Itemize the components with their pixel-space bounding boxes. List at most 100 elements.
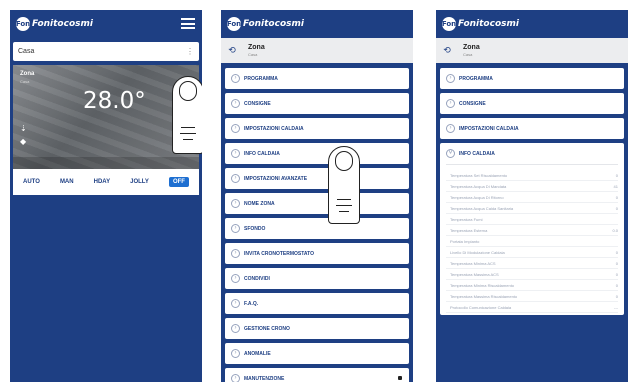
mode-auto[interactable]: AUTO	[23, 179, 40, 185]
menu-item-label: GESTIONE CRONO	[244, 325, 290, 332]
info-label: Temperatura Minima ACS	[450, 260, 496, 266]
mode-man[interactable]: MAN	[60, 179, 74, 185]
info-label: Temperatura Acqua Di Mandata	[450, 183, 507, 189]
chevron-circle-icon: ›	[231, 149, 240, 158]
brand-logo: Fon Fonitocosmi	[16, 17, 93, 31]
menu-item-label: INFO CALDAIA	[244, 150, 280, 157]
menu-item-condividi[interactable]: › CONDIVIDI	[225, 268, 409, 289]
info-caldaia-title: INFO CALDAIA	[459, 150, 495, 157]
menu-item-label: IMPOSTAZIONI CALDAIA	[459, 125, 519, 132]
menu-item-label: CONSIGNE	[244, 100, 271, 107]
info-value: ---	[614, 304, 618, 310]
info-row: Protocollo Comunicazione Caldaia ---	[446, 302, 618, 313]
info-row: Temperatura Set Riscaldamento 0	[446, 170, 618, 181]
menu-item-faq[interactable]: › F.A.Q.	[225, 293, 409, 314]
info-label: Temperatura Esterna	[450, 227, 488, 233]
zone-subtitle: Casa	[248, 52, 258, 57]
info-caldaia-header[interactable]: ˅ INFO CALDAIA	[446, 149, 618, 165]
menu-item-programma[interactable]: › PROGRAMMA	[225, 68, 409, 89]
zone-title: Zona	[248, 44, 265, 51]
info-value: 0	[615, 205, 618, 211]
info-value: 0	[615, 194, 618, 200]
menu-item-label: MANUTENZIONE	[244, 375, 285, 382]
menu-item-consigne[interactable]: › CONSIGNE	[225, 93, 409, 114]
info-label: Temperatura Minima Riscaldamento	[450, 282, 515, 288]
screen-info-caldaia: Fon Fonitocosmi ⟲ Zona Casa › PROGRAMMA ›…	[436, 10, 628, 382]
info-label: Livello Di Modulazione Caldaia	[450, 249, 505, 255]
back-icon: ⟲	[228, 45, 236, 55]
info-value: 0	[615, 172, 618, 178]
menu-item-label: SFONDO	[244, 225, 266, 232]
brand-logo: Fon Fonitocosmi	[227, 17, 304, 31]
menu-item-label: CONDIVIDI	[244, 275, 270, 282]
info-row: Temperatura Acqua Di Ritorno 0	[446, 192, 618, 203]
back-icon: ⟲	[443, 45, 451, 55]
info-value: 0	[615, 260, 618, 266]
brand-name: Fonitocosmi	[243, 19, 304, 29]
menu-item-impostazioni-caldaia[interactable]: › IMPOSTAZIONI CALDAIA	[225, 118, 409, 139]
back-button[interactable]: ⟲	[440, 44, 454, 58]
flame-icon: ◆	[20, 137, 27, 146]
home-selector-value: Casa	[18, 48, 35, 55]
mode-jolly[interactable]: JOLLY	[130, 179, 149, 185]
menu-item-sfondo[interactable]: › SFONDO	[225, 218, 409, 239]
info-row: Temperatura Esterna 0.0	[446, 225, 618, 236]
mode-off[interactable]: OFF	[168, 177, 189, 187]
app-bar: Fon Fonitocosmi	[10, 10, 202, 38]
zone-title: Zona	[463, 44, 480, 51]
chevron-circle-icon: ›	[231, 124, 240, 133]
menu-item-programma[interactable]: › PROGRAMMA	[440, 68, 624, 89]
menu-item-anomalie[interactable]: › ANOMALIE	[225, 343, 409, 364]
chevron-circle-icon: ›	[231, 274, 240, 283]
info-value: 0.0	[612, 227, 618, 233]
more-icon[interactable]: ⋮	[186, 47, 194, 56]
menu-item-invita-cronotermostato[interactable]: › INVITA CRONOTERMOSTATO	[225, 243, 409, 264]
chevron-circle-icon: ›	[231, 324, 240, 333]
brand-logo: Fon Fonitocosmi	[442, 17, 519, 31]
chevron-circle-icon: ›	[231, 374, 240, 382]
info-row: Temperatura Massima Riscaldamento 0	[446, 291, 618, 302]
chevron-circle-icon: ›	[446, 74, 455, 83]
home-selector[interactable]: Casa ⋮	[13, 42, 199, 61]
info-label: Temperatura Set Riscaldamento	[450, 172, 508, 178]
menu-item-consigne[interactable]: › CONSIGNE	[440, 93, 624, 114]
info-row: Temperatura Minima ACS 0	[446, 258, 618, 269]
hamburger-menu-icon[interactable]	[181, 18, 195, 29]
zone-header: ⟲ Zona Casa	[436, 38, 628, 63]
menu-item-gestione-crono[interactable]: › GESTIONE CRONO	[225, 318, 409, 339]
logo-mark: Fon	[227, 17, 241, 31]
info-row: Temperatura Massima ACS 0	[446, 269, 618, 280]
finger-illustration	[328, 146, 360, 224]
menu-item-impostazioni-caldaia[interactable]: › IMPOSTAZIONI CALDAIA	[440, 118, 624, 139]
zone-label: Zona	[20, 71, 35, 77]
logo-mark: Fon	[16, 17, 30, 31]
info-label: Protocollo Comunicazione Caldaia	[450, 304, 512, 310]
app-bar: Fon Fonitocosmi	[436, 10, 628, 38]
menu-item-label: INVITA CRONOTERMOSTATO	[244, 250, 314, 257]
chevron-down-circle-icon: ˅	[446, 149, 455, 158]
brand-name: Fonitocosmi	[458, 19, 519, 29]
menu-item-label: F.A.Q.	[244, 300, 259, 307]
chevron-circle-icon: ›	[231, 299, 240, 308]
info-caldaia-panel: ˅ INFO CALDAIA Temperatura Set Riscaldam…	[440, 143, 624, 315]
info-value: 0	[615, 249, 618, 255]
logo-mark: Fon	[442, 17, 456, 31]
menu-item-label: IMPOSTAZIONI CALDAIA	[244, 125, 304, 132]
mode-hday[interactable]: HDAY	[94, 179, 110, 185]
info-label: Temperatura Acqua Di Ritorno	[450, 194, 504, 200]
menu-item-info-caldaia[interactable]: › INFO CALDAIA	[225, 143, 409, 164]
menu-item-impostazioni-avanzate[interactable]: › IMPOSTAZIONI AVANZATE	[225, 168, 409, 189]
menu-item-nome-zona[interactable]: › NOME ZONA	[225, 193, 409, 214]
finger-illustration	[172, 76, 202, 154]
info-label: Temperatura Massima Riscaldamento	[450, 293, 518, 299]
menu-item-manutenzione[interactable]: › MANUTENZIONE	[225, 368, 409, 382]
info-row: Portata Impianto	[446, 236, 618, 247]
menu-item-label: PROGRAMMA	[244, 75, 278, 82]
info-value: 0	[615, 293, 618, 299]
back-button[interactable]: ⟲	[225, 44, 239, 58]
info-label: Portata Impianto	[450, 238, 480, 244]
app-bar: Fon Fonitocosmi	[221, 10, 413, 38]
chevron-circle-icon: ›	[231, 224, 240, 233]
brand-name: Fonitocosmi	[32, 19, 93, 29]
info-row: Temperatura Minima Riscaldamento 0	[446, 280, 618, 291]
